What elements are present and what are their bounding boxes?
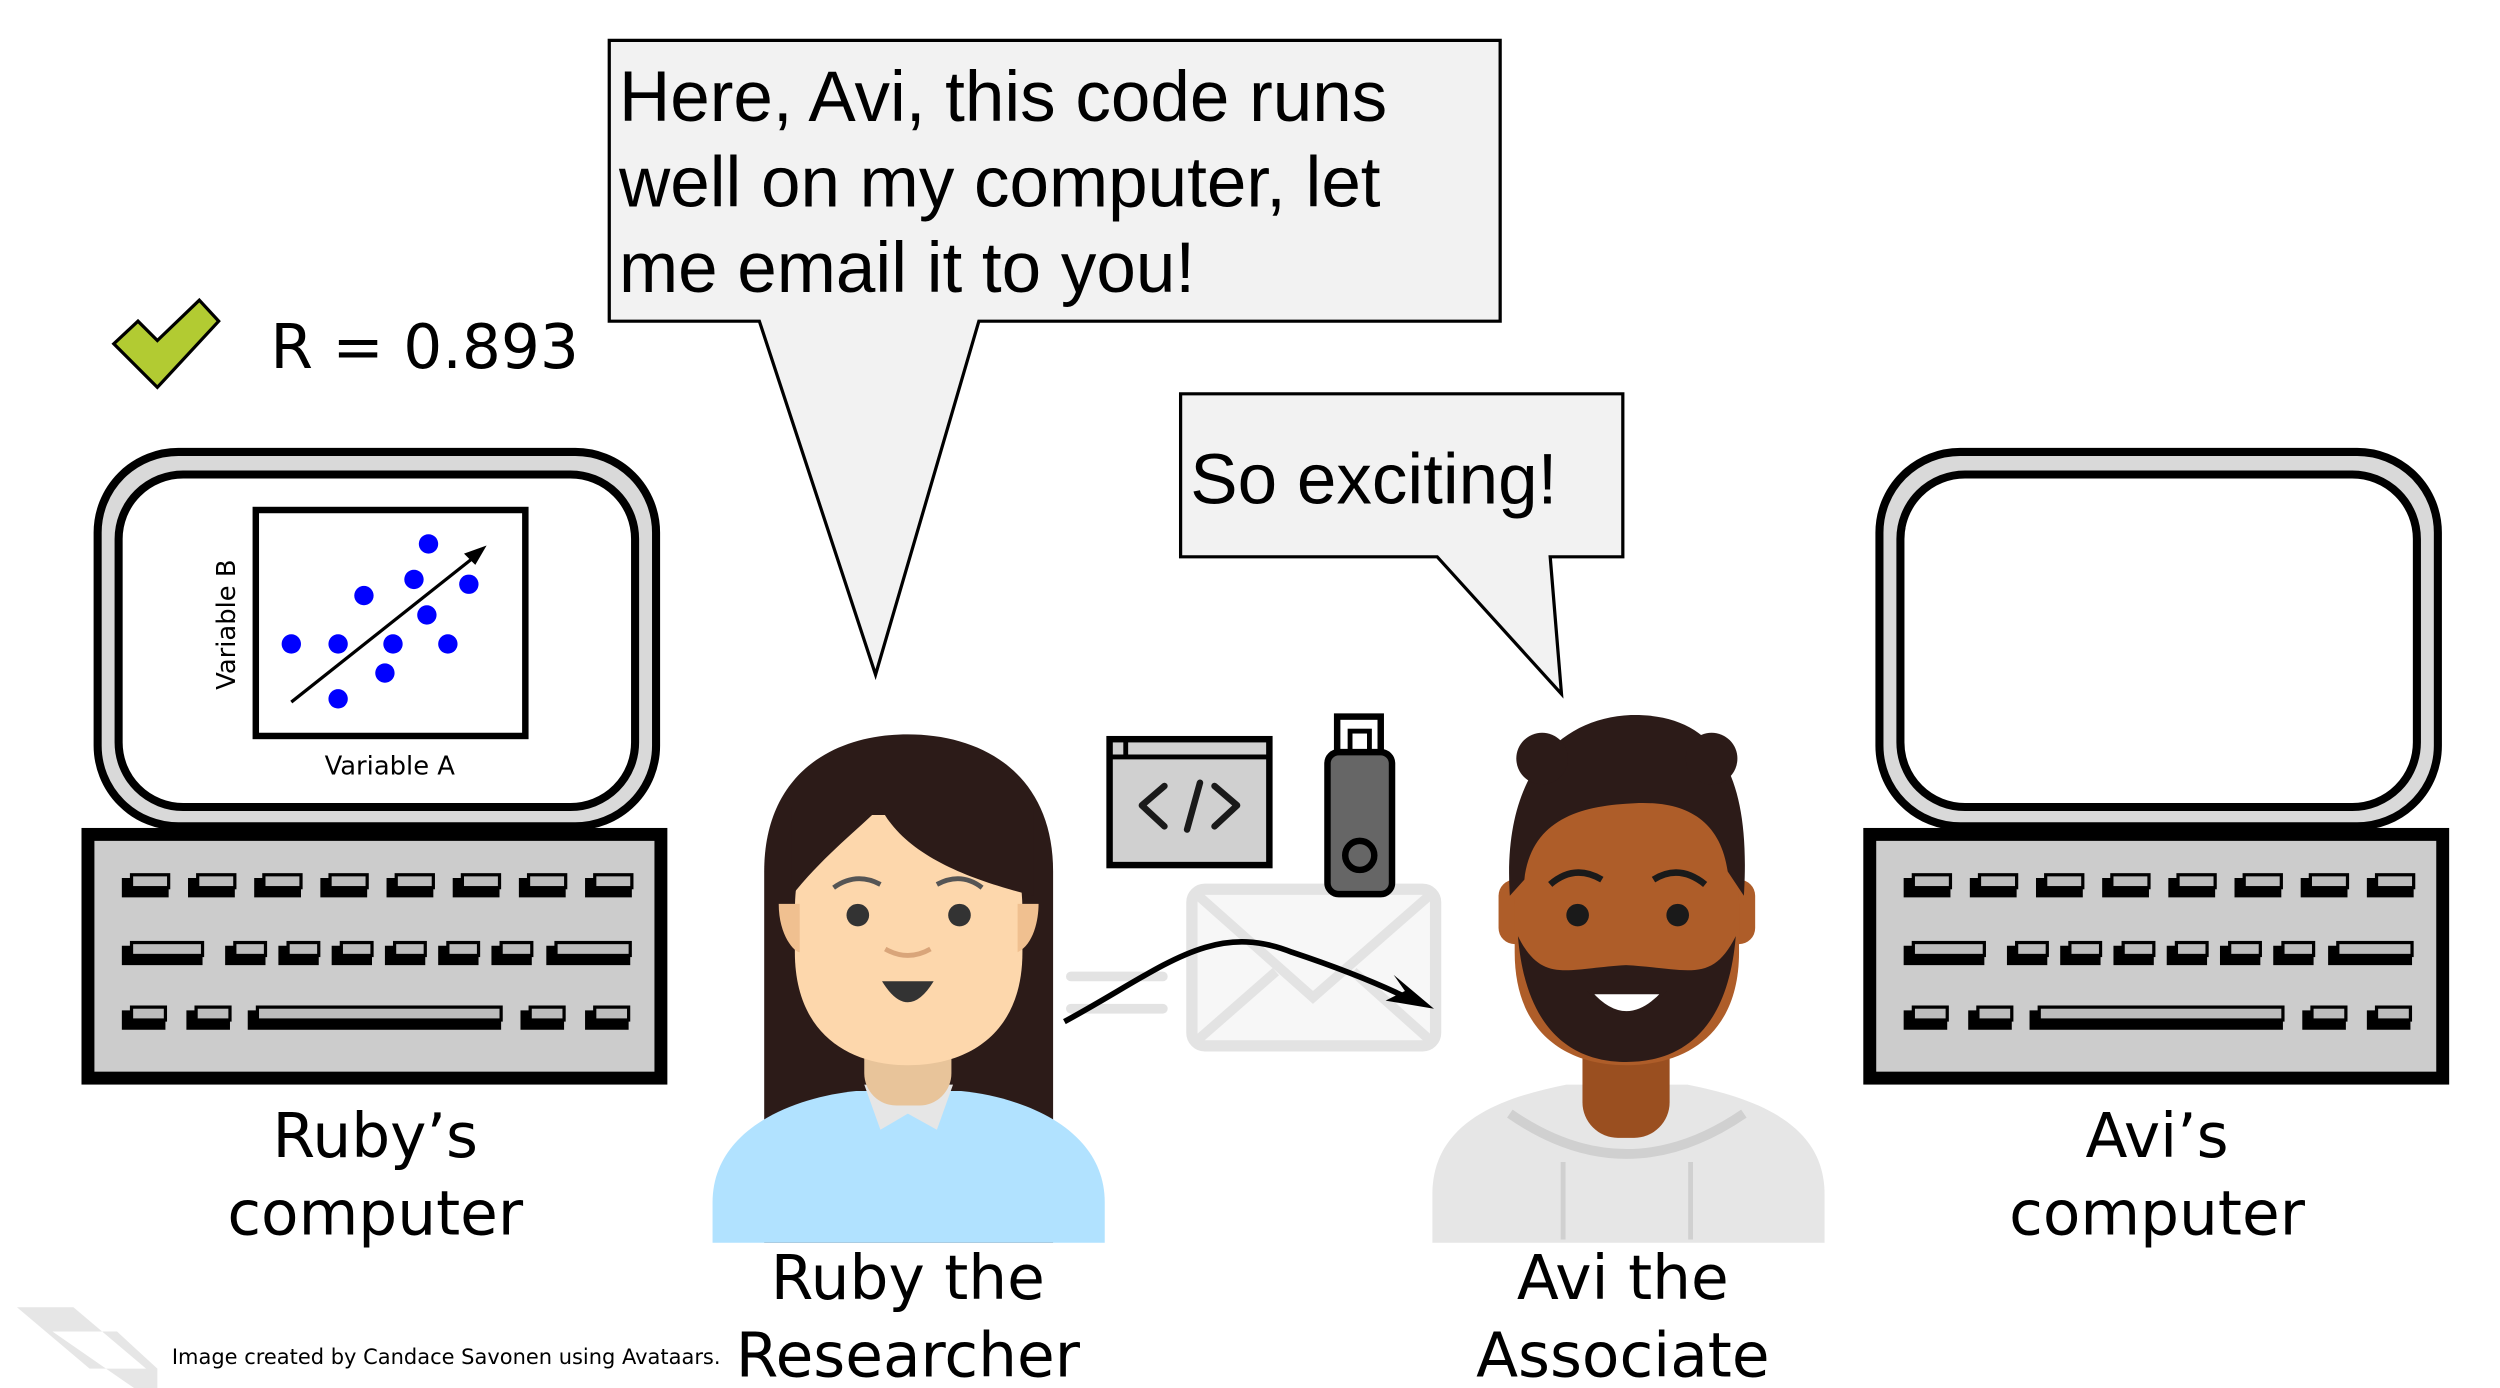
keyboard-key-top bbox=[1911, 873, 1953, 890]
bubble-line: well on my computer, let bbox=[618, 144, 1381, 223]
keyboard-key-top bbox=[196, 873, 237, 890]
keyboard-key-top bbox=[392, 940, 427, 958]
avi-computer-label: computer bbox=[2009, 1179, 2306, 1250]
keyboard-key-top bbox=[499, 940, 534, 958]
avi-eye bbox=[1566, 903, 1589, 927]
keyboard-key-top bbox=[2174, 940, 2209, 958]
keyboard-key-top bbox=[2015, 940, 2049, 958]
avi-computer-label: Avi’s bbox=[2085, 1101, 2228, 1172]
keyboard-key-top bbox=[2121, 940, 2156, 958]
usb-drive-icon bbox=[1324, 713, 1396, 898]
keyboard-key-top bbox=[446, 940, 481, 958]
scatter-point bbox=[328, 634, 348, 654]
keyboard-key-top bbox=[2110, 873, 2151, 890]
keyboard-key-top bbox=[2310, 1005, 2348, 1022]
ruby-avatar bbox=[712, 734, 1105, 1243]
keyboard-key-top bbox=[1976, 1005, 2014, 1022]
keyboard-key-top bbox=[593, 873, 634, 890]
scatter-point bbox=[417, 605, 437, 625]
keyboard-key-top bbox=[129, 873, 171, 890]
keyboard-key-top bbox=[286, 940, 321, 958]
scatter-point bbox=[281, 634, 301, 654]
scatter-point bbox=[418, 534, 439, 554]
ruby-computer-label: computer bbox=[227, 1179, 524, 1250]
scatter-point bbox=[459, 574, 479, 594]
keyboard-key-top bbox=[2228, 940, 2262, 958]
checkmark-icon bbox=[111, 297, 221, 390]
bubble-line: Here, Avi, this code runs bbox=[619, 58, 1387, 137]
keyboard-key-top bbox=[1977, 873, 2019, 890]
ruby-computer-label: Ruby’s bbox=[273, 1101, 478, 1172]
logo-mark bbox=[16, 1307, 158, 1388]
keyboard-key-top bbox=[1911, 940, 1986, 958]
speech-bubble-avi: So exciting! bbox=[1178, 392, 1625, 699]
keyboard-key-top bbox=[394, 873, 435, 890]
keyboard-key-top bbox=[460, 873, 502, 890]
keyboard-key-top bbox=[2374, 873, 2416, 890]
avi-computer bbox=[1863, 447, 2450, 1085]
envelope-icon bbox=[1066, 883, 1442, 1052]
keyboard-key-top bbox=[255, 1005, 503, 1022]
credit-text: Image created by Candace Savonen using A… bbox=[172, 1345, 721, 1369]
bubble-line: me email it to you! bbox=[619, 229, 1195, 308]
keyboard-key-top bbox=[328, 873, 369, 890]
keyboard-key-top bbox=[2281, 940, 2316, 958]
monitor-screen bbox=[1896, 470, 2421, 812]
scene: R = 0.893 Here, Avi, this code runs well… bbox=[16, 38, 2450, 1388]
keyboard bbox=[1863, 827, 2450, 1085]
keyboard-key-top bbox=[129, 1005, 168, 1022]
keyboard-key-top bbox=[262, 873, 303, 890]
avi-avatar bbox=[1432, 714, 1825, 1243]
bubble-text: So exciting! bbox=[1190, 441, 1557, 520]
ruby-name-label: Ruby the bbox=[771, 1243, 1045, 1314]
keyboard-key-top bbox=[2374, 1005, 2413, 1022]
scatter-point bbox=[438, 634, 458, 654]
avi-name-label: Avi the bbox=[1517, 1243, 1729, 1314]
scatter-point bbox=[383, 634, 403, 654]
keyboard-key-top bbox=[2044, 873, 2085, 890]
keyboard-key-top bbox=[2037, 1005, 2285, 1022]
correlation-value: R = 0.893 bbox=[270, 312, 579, 383]
ruby-eye bbox=[948, 903, 971, 927]
keyboard-key-top bbox=[2336, 940, 2414, 958]
speech-bubble-ruby: Here, Avi, this code runs well on my com… bbox=[607, 38, 1502, 681]
avi-name-label: Associate bbox=[1476, 1321, 1770, 1388]
plot-xlabel: Variable A bbox=[325, 752, 456, 782]
ruby-eye bbox=[846, 903, 870, 927]
scatter-point bbox=[375, 663, 395, 683]
ruby-name-label: Researcher bbox=[736, 1321, 1081, 1388]
keyboard-key-top bbox=[2176, 873, 2217, 890]
keyboard-key-top bbox=[593, 1005, 631, 1022]
keyboard-key-top bbox=[2242, 873, 2283, 890]
keyboard-key-top bbox=[526, 873, 568, 890]
ruby-computer: Variable B Variable A bbox=[81, 447, 668, 1085]
avi-eye bbox=[1666, 903, 1689, 927]
keyboard-key-top bbox=[129, 940, 205, 958]
scatter-point bbox=[328, 689, 348, 709]
keyboard-key-top bbox=[233, 940, 268, 958]
keyboard bbox=[81, 827, 668, 1085]
keyboard-key-top bbox=[1911, 1005, 1949, 1022]
keyboard-key-top bbox=[2068, 940, 2103, 958]
plot-ylabel: Variable B bbox=[212, 559, 242, 689]
keyboard-key-top bbox=[2308, 873, 2350, 890]
keyboard-key-top bbox=[339, 940, 374, 958]
keyboard-key-top bbox=[194, 1005, 232, 1022]
keyboard-key-top bbox=[554, 940, 632, 958]
scatter-point bbox=[354, 585, 374, 606]
code-window-icon bbox=[1106, 735, 1273, 869]
scatter-point bbox=[404, 569, 424, 590]
keyboard-key-top bbox=[528, 1005, 566, 1022]
